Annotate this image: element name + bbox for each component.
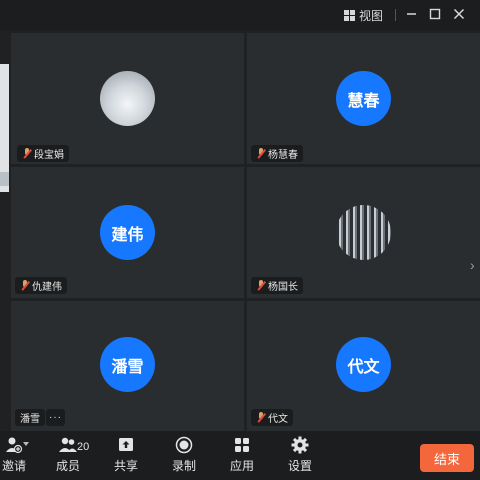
mic-muted-icon <box>256 148 265 159</box>
chevron-down-icon[interactable] <box>23 442 29 446</box>
name-tag: 仇建伟 <box>15 277 67 294</box>
record-icon <box>175 436 193 454</box>
minimize-icon[interactable] <box>404 6 420 22</box>
participant-name: 杨慧春 <box>268 150 298 161</box>
mic-muted-icon <box>256 280 265 291</box>
settings-button[interactable]: 设置 <box>286 431 314 480</box>
share-icon <box>119 438 133 451</box>
name-tag: 代文 <box>251 409 293 426</box>
apps-icon <box>235 438 249 452</box>
member-count-badge: 20 <box>77 441 90 453</box>
maximize-icon[interactable] <box>427 6 443 22</box>
avatar <box>100 71 155 126</box>
avatar: 慧春 <box>336 71 391 126</box>
avatar: 建伟 <box>100 205 155 260</box>
name-tag: 潘雪 <box>15 409 45 426</box>
record-label: 录制 <box>171 459 196 473</box>
title-bar: 视图 <box>0 0 480 30</box>
share-button[interactable]: 共享 <box>112 431 140 480</box>
close-icon[interactable] <box>451 6 467 22</box>
participant-name: 杨国长 <box>268 282 298 293</box>
mic-muted-icon <box>22 148 31 159</box>
invite-button[interactable]: 邀请 <box>0 431 28 480</box>
name-tag: 段宝娟 <box>17 145 69 162</box>
avatar: 代文 <box>336 337 391 392</box>
grid-icon <box>344 9 355 21</box>
record-button[interactable]: 录制 <box>170 431 198 480</box>
members-icon <box>59 437 77 452</box>
mic-muted-icon <box>256 412 265 423</box>
apps-label: 应用 <box>229 459 254 473</box>
participant-name: 段宝娟 <box>34 150 64 161</box>
avatar: 潘雪 <box>100 337 155 392</box>
name-tag: 杨慧春 <box>251 145 303 162</box>
members-button[interactable]: 成员 <box>54 431 82 480</box>
participant-name: 潘雪 <box>20 414 40 425</box>
invite-label: 邀请 <box>1 459 26 473</box>
share-label: 共享 <box>113 459 138 473</box>
avatar <box>336 205 391 260</box>
titlebar-divider <box>395 9 396 21</box>
settings-label: 设置 <box>287 459 312 473</box>
view-button[interactable]: 视图 <box>344 7 383 23</box>
participant-tile[interactable]: 杨国长 <box>247 167 480 298</box>
mic-muted-icon <box>20 280 29 291</box>
participant-tile[interactable]: 建伟 仇建伟 <box>11 167 244 298</box>
participant-tile[interactable]: 慧春 杨慧春 <box>247 33 480 164</box>
gear-icon <box>291 436 309 454</box>
participant-tile[interactable]: 潘雪 潘雪 ··· <box>11 301 244 431</box>
add-user-icon <box>6 437 23 454</box>
members-label: 成员 <box>55 459 80 473</box>
bottom-toolbar: 邀请 成员 共享 录制 应用 设置 <box>0 431 480 480</box>
shared-screen-preview[interactable] <box>0 64 9 192</box>
video-grid: 段宝娟 慧春 杨慧春 建伟 仇建伟 杨国长 潘雪 潘雪 ··· 代文 代文 › <box>0 30 480 431</box>
participant-tile[interactable]: 代文 代文 <box>247 301 480 431</box>
participant-name: 仇建伟 <box>32 282 62 293</box>
apps-button[interactable]: 应用 <box>228 431 256 480</box>
view-label: 视图 <box>359 8 384 23</box>
participant-tile[interactable]: 段宝娟 <box>11 33 244 164</box>
participant-name: 代文 <box>268 414 288 425</box>
end-meeting-button[interactable]: 结束 <box>420 444 474 472</box>
more-options-button[interactable]: ··· <box>46 409 65 426</box>
chevron-right-icon[interactable]: › <box>470 257 475 273</box>
name-tag: 杨国长 <box>251 277 303 294</box>
